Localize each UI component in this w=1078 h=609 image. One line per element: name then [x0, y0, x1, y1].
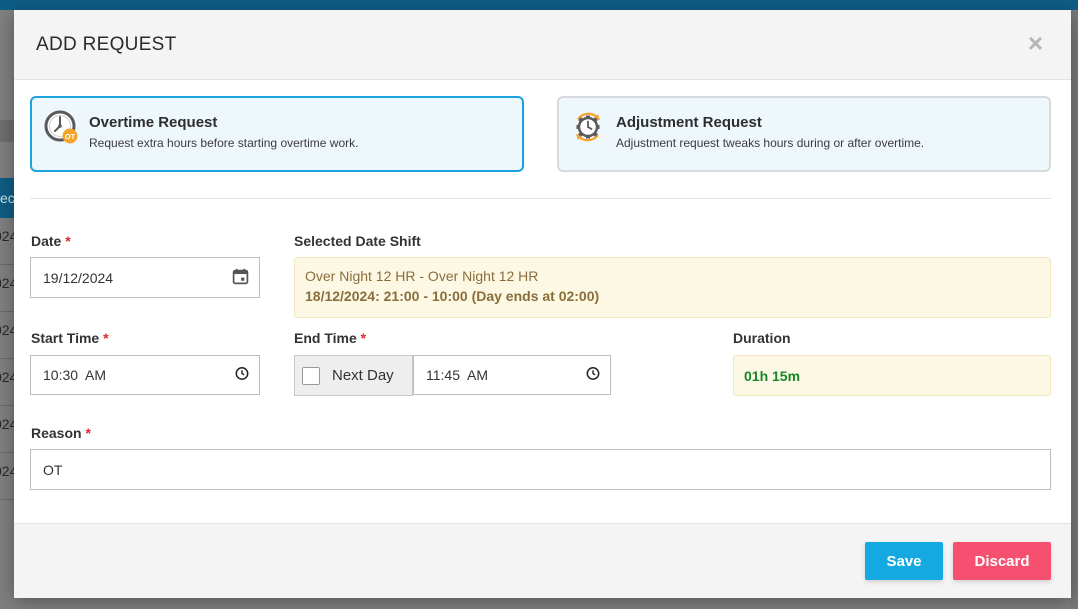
- background-strip: [0, 120, 14, 142]
- start-time-label: Start Time *: [31, 330, 109, 346]
- end-time-label: End Time *: [294, 330, 366, 346]
- duration-display: 01h 15m: [733, 355, 1051, 396]
- background-row-text: 024: [0, 463, 14, 479]
- background-row-text: 024: [0, 369, 14, 385]
- discard-button[interactable]: Discard: [953, 542, 1051, 580]
- selected-shift-panel: Over Night 12 HR - Over Night 12 HR 18/1…: [294, 257, 1051, 318]
- reason-value: OT: [43, 461, 63, 478]
- adjustment-request-title: Adjustment Request: [616, 114, 762, 131]
- overtime-request-title: Overtime Request: [89, 114, 218, 131]
- date-value: 19/12/2024: [43, 269, 114, 286]
- add-request-modal: ADD REQUEST × OT Overtime Request Reques…: [14, 10, 1071, 598]
- shift-name: Over Night 12 HR - Over Night 12 HR: [305, 268, 539, 284]
- background-table-rows: 024 024 024 024 024 024: [0, 218, 14, 500]
- close-icon[interactable]: ×: [1028, 30, 1043, 56]
- start-time-value: 10:30 AM: [43, 367, 107, 383]
- start-time-label-text: Start Time: [31, 330, 100, 346]
- duration-label: Duration: [733, 330, 791, 346]
- duration-value: 01h 15m: [744, 367, 801, 384]
- background-row-text: 024: [0, 416, 14, 432]
- date-label: Date *: [31, 233, 71, 249]
- background-row: 024: [0, 359, 14, 406]
- next-day-toggle[interactable]: Next Day: [294, 355, 413, 396]
- background-row: 024: [0, 218, 14, 265]
- date-input[interactable]: 19/12/2024: [30, 257, 260, 298]
- background-row: 024: [0, 265, 14, 312]
- overtime-clock-icon: OT: [44, 110, 78, 144]
- background-topbar: [0, 0, 1078, 10]
- end-time-value: 11:45 AM: [426, 367, 489, 383]
- background-row-text: 024: [0, 275, 14, 291]
- required-marker: *: [85, 425, 91, 441]
- next-day-label: Next Day: [332, 367, 394, 384]
- end-time-input[interactable]: 11:45 AM: [413, 355, 611, 395]
- modal-title: ADD REQUEST: [36, 34, 177, 55]
- reason-label: Reason *: [31, 425, 91, 441]
- background-row-text: 024: [0, 322, 14, 338]
- background-row-text: 024: [0, 228, 14, 244]
- clock-icon[interactable]: [586, 367, 600, 384]
- reason-input[interactable]: OT: [30, 449, 1051, 490]
- background-row: 024: [0, 453, 14, 500]
- clock-icon[interactable]: [235, 367, 249, 384]
- reason-label-text: Reason: [31, 425, 82, 441]
- start-time-input[interactable]: 10:30 AM: [30, 355, 260, 395]
- svg-text:OT: OT: [65, 132, 76, 141]
- shift-time: 18/12/2024: 21:00 - 10:00 (Day ends at 0…: [305, 288, 600, 304]
- modal-footer: Save Discard: [14, 523, 1071, 598]
- background-header-text: ec: [0, 190, 14, 206]
- next-day-checkbox[interactable]: [302, 366, 320, 385]
- modal-header: ADD REQUEST ×: [14, 10, 1071, 80]
- background-table-header: ec: [0, 178, 14, 218]
- calendar-icon[interactable]: [232, 268, 249, 288]
- required-marker: *: [65, 233, 71, 249]
- date-label-text: Date: [31, 233, 62, 249]
- overtime-request-description: Request extra hours before starting over…: [89, 136, 359, 150]
- required-marker: *: [103, 330, 109, 346]
- adjustment-request-card[interactable]: Adjustment Request Adjustment request tw…: [557, 96, 1051, 172]
- adjustment-request-description: Adjustment request tweaks hours during o…: [616, 136, 925, 150]
- section-divider: [30, 198, 1051, 199]
- end-time-label-text: End Time: [294, 330, 357, 346]
- overtime-request-card[interactable]: OT Overtime Request Request extra hours …: [30, 96, 524, 172]
- background-scroll-area: [1071, 10, 1078, 609]
- save-button[interactable]: Save: [865, 542, 943, 580]
- shift-label: Selected Date Shift: [294, 233, 421, 249]
- background-row: 024: [0, 312, 14, 359]
- adjustment-gear-icon: [576, 112, 600, 142]
- required-marker: *: [360, 330, 367, 346]
- background-row: 024: [0, 406, 14, 453]
